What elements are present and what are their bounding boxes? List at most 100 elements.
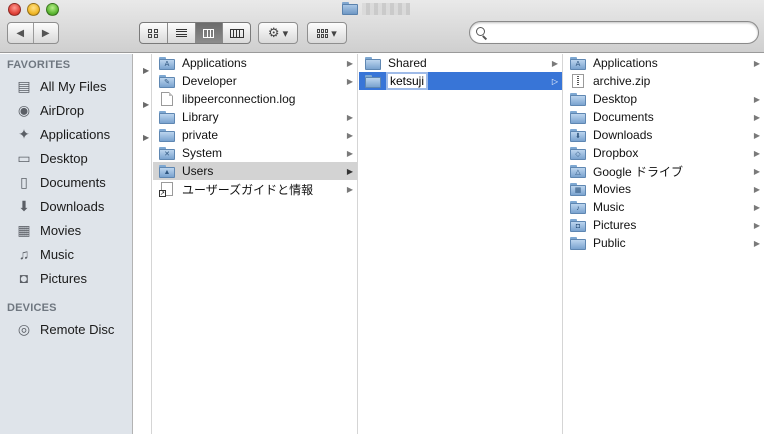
- documents-folder-icon: [570, 110, 586, 124]
- cover-flow-button[interactable]: [222, 23, 250, 43]
- forward-button[interactable]: ▶: [32, 23, 59, 43]
- arrange-menu-button[interactable]: ▾: [307, 22, 347, 44]
- list-item-documents[interactable]: Documents ▶: [564, 108, 764, 126]
- list-item-system[interactable]: ✕ System ▶: [153, 144, 357, 162]
- sidebar-item-airdrop[interactable]: ◉ AirDrop: [0, 99, 133, 121]
- sidebar-item-label: Pictures: [40, 270, 87, 286]
- sidebar-item-label: Music: [40, 246, 74, 262]
- column-ketsuji: A Applications ▶ archive.zip Desktop ▶ D…: [564, 54, 764, 434]
- sidebar-item-all-my-files[interactable]: ▤ All My Files: [0, 75, 133, 97]
- music-icon: ♫: [18, 246, 30, 262]
- item-label: Applications: [182, 56, 247, 70]
- chevron-right-icon: ▶: [753, 166, 760, 176]
- column-view-button[interactable]: [194, 23, 223, 43]
- list-item-music[interactable]: ♪ Music ▶: [564, 198, 764, 216]
- sidebar-item-music[interactable]: ♫ Music: [0, 243, 133, 265]
- developer-folder-icon: ✎: [159, 74, 175, 88]
- disclosure-triangle-icon[interactable]: ▶: [143, 66, 149, 75]
- home-folder-icon: [365, 74, 381, 88]
- item-label: Desktop: [593, 92, 638, 106]
- list-item-desktop[interactable]: Desktop ▶: [564, 90, 764, 108]
- list-item-pictures[interactable]: ◘ Pictures ▶: [564, 216, 764, 234]
- list-view-button[interactable]: [166, 23, 195, 43]
- search-input[interactable]: [492, 23, 758, 42]
- documents-icon: ▯: [20, 173, 28, 190]
- list-item-movies[interactable]: ▦ Movies ▶: [564, 180, 764, 198]
- list-item-library[interactable]: Library ▶: [153, 108, 357, 126]
- sidebar-item-pictures[interactable]: ◘ Pictures: [0, 267, 133, 289]
- action-menu-button[interactable]: ⚙ ▾: [258, 22, 298, 44]
- close-window-button[interactable]: [8, 3, 21, 16]
- all-files-icon: ▤: [17, 77, 31, 94]
- list-item-public[interactable]: Public ▶: [564, 234, 764, 252]
- column-view-icon: [203, 28, 215, 38]
- gear-icon: ⚙: [267, 25, 280, 40]
- sidebar-item-label: Movies: [40, 222, 82, 238]
- chevron-right-icon: ▶: [753, 94, 760, 104]
- sidebar-item-movies[interactable]: ▦ Movies: [0, 219, 133, 241]
- alias-document-icon: ↗: [159, 182, 175, 197]
- list-item-users[interactable]: ▲ Users ▶: [153, 162, 357, 180]
- window-toolbar: ◀ ▶ ⚙ ▾ ▾: [0, 0, 764, 53]
- pictures-folder-icon: ◘: [570, 218, 586, 232]
- chevron-right-icon: ▶: [753, 148, 760, 158]
- list-item-ketsuji[interactable]: ketsuji ▷: [359, 72, 562, 90]
- window-title-text: [362, 2, 410, 15]
- sidebar-item-remote-disc[interactable]: ◎ Remote Disc: [0, 318, 133, 340]
- sidebar-item-desktop[interactable]: ▭ Desktop: [0, 147, 133, 169]
- list-item-developer[interactable]: ✎ Developer ▶: [153, 72, 357, 90]
- zoom-window-button[interactable]: [46, 3, 59, 16]
- sidebar-item-downloads[interactable]: ⬇ Downloads: [0, 195, 133, 217]
- disclosure-triangle-icon[interactable]: ▶: [143, 133, 149, 142]
- window-controls: [8, 3, 59, 16]
- icon-view-button[interactable]: [140, 23, 167, 43]
- list-item-shared[interactable]: Shared ▶: [359, 54, 562, 72]
- pictures-icon: ◘: [19, 270, 29, 286]
- item-label: Dropbox: [593, 146, 639, 160]
- music-folder-icon: ♪: [570, 200, 586, 214]
- item-label: Documents: [593, 110, 654, 124]
- applications-folder-icon: A: [159, 56, 175, 70]
- list-item-archive-zip[interactable]: archive.zip: [564, 72, 764, 90]
- desktop-icon: ▭: [17, 149, 31, 166]
- library-folder-icon: [159, 110, 175, 124]
- item-label: Pictures: [593, 218, 637, 232]
- chevron-right-icon: ▶: [753, 202, 760, 212]
- sidebar-item-documents[interactable]: ▯ Documents: [0, 171, 133, 193]
- movies-icon: ▦: [17, 221, 31, 238]
- rename-field[interactable]: ketsuji: [385, 72, 429, 90]
- column-root[interactable]: [134, 54, 152, 434]
- list-item-applications[interactable]: A Applications ▶: [153, 54, 357, 72]
- list-item-libpeerconnection-log[interactable]: libpeerconnection.log: [153, 90, 357, 108]
- list-item-downloads[interactable]: ⬇ Downloads ▶: [564, 126, 764, 144]
- sidebar-item-label: Applications: [40, 126, 111, 142]
- chevron-right-icon: ▶: [346, 184, 353, 194]
- item-label: ユーザーズガイドと情報: [182, 182, 314, 197]
- forward-arrow-icon: ▶: [41, 27, 50, 39]
- cover-flow-icon: [229, 28, 244, 38]
- list-item-users-guide[interactable]: ↗ ユーザーズガイドと情報 ▶: [153, 180, 357, 198]
- favorites-heading: FAVORITES: [7, 59, 71, 71]
- back-button[interactable]: ◀: [8, 23, 33, 43]
- item-label: Users: [182, 164, 214, 178]
- chevron-right-icon: ▶: [753, 238, 760, 248]
- chevron-right-icon: ▶: [346, 166, 353, 176]
- chevron-right-icon: ▶: [551, 58, 558, 68]
- disclosure-triangle-icon[interactable]: ▶: [143, 100, 149, 109]
- list-item-applications[interactable]: A Applications ▶: [564, 54, 764, 72]
- list-item-private[interactable]: private ▶: [153, 126, 357, 144]
- item-label: Music: [593, 200, 625, 214]
- sidebar-item-applications[interactable]: ✦ Applications: [0, 123, 133, 145]
- arrange-grid-icon: [317, 28, 329, 38]
- chevron-down-icon: ▾: [282, 27, 289, 40]
- chevron-right-icon: ▶: [753, 58, 760, 68]
- list-item-dropbox[interactable]: ◇ Dropbox ▶: [564, 144, 764, 162]
- list-item-google-drive[interactable]: △ Google ドライブ ▶: [564, 162, 764, 180]
- icon-view-icon: [148, 28, 159, 38]
- sidebar-item-label: Desktop: [40, 150, 88, 166]
- movies-folder-icon: ▦: [570, 182, 586, 196]
- shared-folder-icon: [365, 56, 381, 70]
- minimize-window-button[interactable]: [27, 3, 40, 16]
- chevron-right-icon: ▶: [346, 58, 353, 68]
- search-field[interactable]: [469, 21, 759, 44]
